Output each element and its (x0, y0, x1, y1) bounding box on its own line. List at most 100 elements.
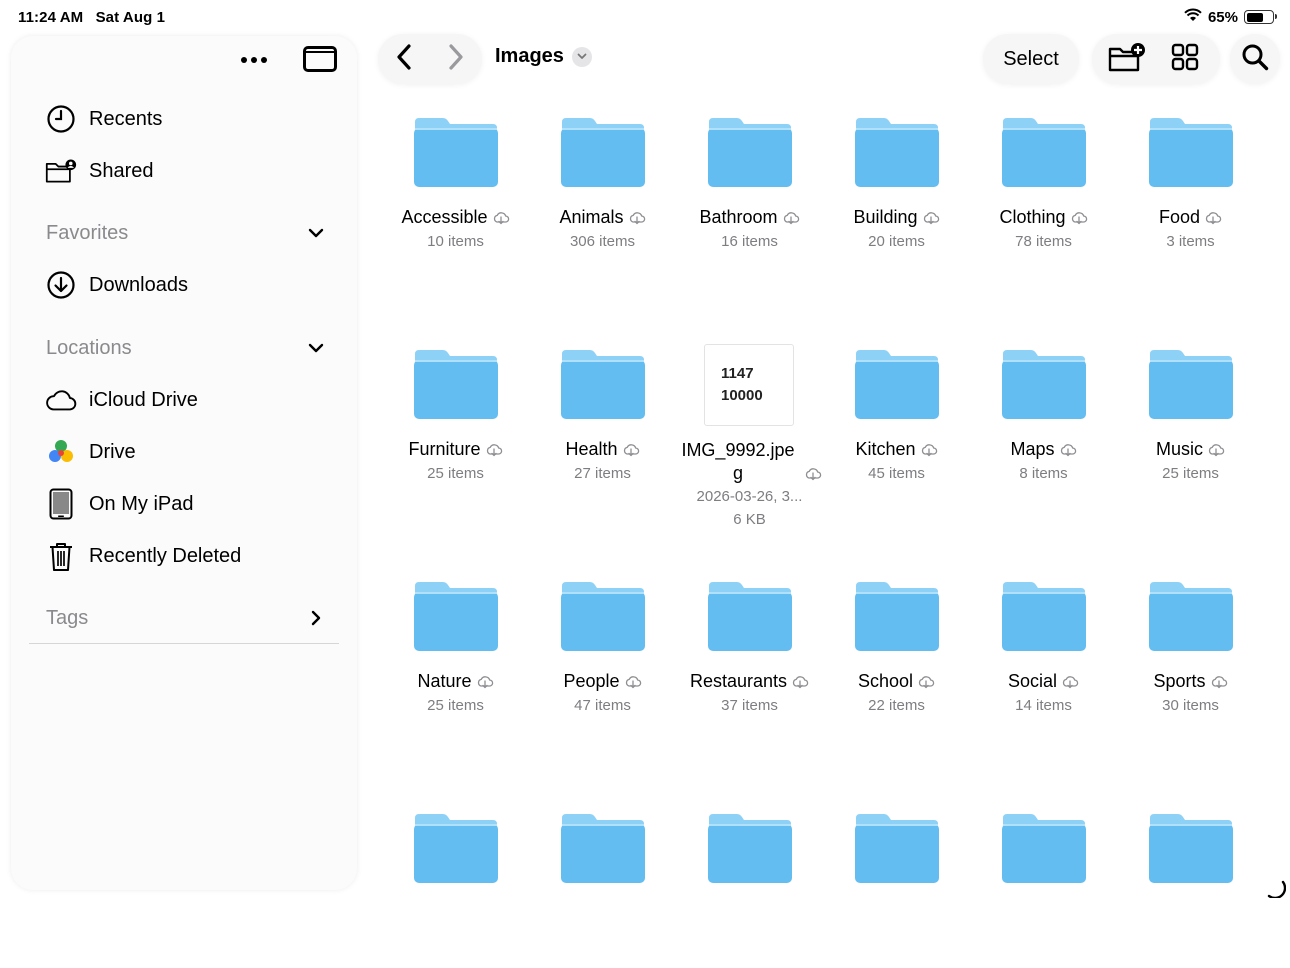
item-count: 30 items (1162, 697, 1219, 714)
folder-name: Clothing (970, 207, 1117, 228)
file-thumbnail[interactable]: 1147 10000 (704, 344, 794, 426)
folder-name: Music (1117, 439, 1264, 460)
cloud-download-icon (917, 675, 935, 689)
folder-name-text: Maps (1010, 439, 1055, 459)
new-folder-button[interactable] (1108, 41, 1146, 77)
cloud-download-icon (485, 443, 503, 457)
sidebar-item-drive[interactable]: Drive (45, 432, 136, 472)
folder-icon (413, 812, 499, 884)
item-count: 22 items (868, 697, 925, 714)
item-count: 25 items (427, 465, 484, 482)
folder-name: Animals (529, 207, 676, 228)
cloud-download-icon (922, 211, 940, 225)
folder-name: Social (970, 671, 1117, 692)
folder-icon (1001, 348, 1087, 420)
sidebar-divider (29, 643, 339, 644)
folder-name-text: Health (565, 439, 618, 459)
sidebar-item-recents[interactable]: Recents (45, 99, 162, 139)
chevron-down-icon (306, 338, 326, 358)
cloud-download-icon (920, 443, 938, 457)
view-options-button[interactable] (1167, 41, 1203, 77)
tags-header[interactable]: Tags (46, 603, 326, 633)
folder-name-text: Restaurants (689, 671, 788, 691)
folder-icon (1001, 812, 1087, 884)
folder-icon (1148, 348, 1234, 420)
folder-name: Bathroom (676, 207, 823, 228)
folder-name: Nature (382, 671, 529, 692)
folder-name-text: Music (1155, 439, 1203, 459)
folder-icon (413, 580, 499, 652)
folder-name: Sports (1117, 671, 1264, 692)
folder-name: Maps (970, 439, 1117, 460)
sidebar-item-downloads[interactable]: Downloads (45, 265, 188, 305)
folder-name-text: Bathroom (699, 207, 778, 227)
sidebar-item-recently-deleted[interactable]: Recently Deleted (45, 536, 241, 576)
toolbar-actions (1092, 34, 1220, 84)
cloud-download-icon (1204, 211, 1222, 225)
bottom-area (0, 900, 1290, 968)
folder-icon (560, 580, 646, 652)
item-count: 27 items (574, 465, 631, 482)
search-button[interactable] (1230, 34, 1280, 84)
folder-name-text: Sports (1153, 671, 1206, 691)
item-count: 47 items (574, 697, 631, 714)
download-circle-icon (45, 269, 77, 301)
section-title: Locations (46, 336, 132, 359)
section-title: Tags (46, 606, 89, 629)
locations-header[interactable]: Locations (46, 333, 326, 363)
sidebar-item-label: Drive (89, 440, 136, 463)
cloud-download-icon (492, 211, 510, 225)
more-icon[interactable] (237, 50, 271, 70)
item-count: 10 items (427, 233, 484, 250)
cloud-download-icon (791, 675, 809, 689)
favorites-header[interactable]: Favorites (46, 218, 326, 248)
item-count: 37 items (721, 697, 778, 714)
clock-icon (45, 103, 77, 135)
item-count: 78 items (1015, 233, 1072, 250)
toggle-sidebar-icon[interactable] (303, 46, 337, 72)
sidebar-item-shared[interactable]: Shared (45, 151, 154, 191)
grid-view-icon (1171, 43, 1199, 76)
cloud-download-icon (782, 211, 800, 225)
cloud-download-icon (1207, 443, 1225, 457)
status-bar: 11:24 AM Sat Aug 1 65% (0, 0, 1290, 34)
cloud-icon (45, 384, 77, 416)
file-name: IMG_9992.jpe g (676, 439, 823, 485)
cloud-download-icon (628, 211, 646, 225)
folder-icon (854, 812, 940, 884)
battery-percent: 65% (1207, 8, 1238, 26)
cloud-download-icon (804, 467, 822, 481)
item-count: 16 items (721, 233, 778, 250)
sidebar-item-on-my-ipad[interactable]: On My iPad (45, 484, 193, 524)
folder-name: Accessible (382, 207, 529, 228)
forward-button[interactable] (438, 41, 474, 77)
back-button[interactable] (386, 41, 422, 77)
folder-name: School (823, 671, 970, 692)
time-text: 11:24 AM (18, 9, 84, 26)
cloud-download-icon (1210, 675, 1228, 689)
folder-name-text: Animals (559, 207, 624, 227)
item-count: 306 items (569, 233, 636, 250)
folder-name-text: Furniture (408, 439, 481, 459)
sidebar-item-label: Shared (89, 159, 154, 182)
item-count: 25 items (1162, 465, 1219, 482)
folder-icon (1148, 812, 1234, 884)
section-title: Favorites (46, 221, 129, 244)
sidebar-item-icloud-drive[interactable]: iCloud Drive (45, 380, 198, 420)
trash-icon (45, 540, 77, 572)
folder-icon (1001, 580, 1087, 652)
folder-icon (560, 348, 646, 420)
item-count: 25 items (427, 697, 484, 714)
folder-name-text: Social (1007, 671, 1058, 691)
new-folder-icon (1108, 42, 1146, 77)
folder-icon (854, 580, 940, 652)
item-count: 14 items (1015, 697, 1072, 714)
folder-name-text: Kitchen (855, 439, 916, 459)
folder-title-menu[interactable]: Images (495, 45, 592, 68)
chevron-left-icon (396, 43, 412, 75)
page-title: Images (495, 45, 564, 67)
select-button[interactable]: Select (983, 34, 1079, 84)
folder-icon (854, 348, 940, 420)
folder-name: Furniture (382, 439, 529, 460)
item-count: 8 items (1019, 465, 1068, 482)
